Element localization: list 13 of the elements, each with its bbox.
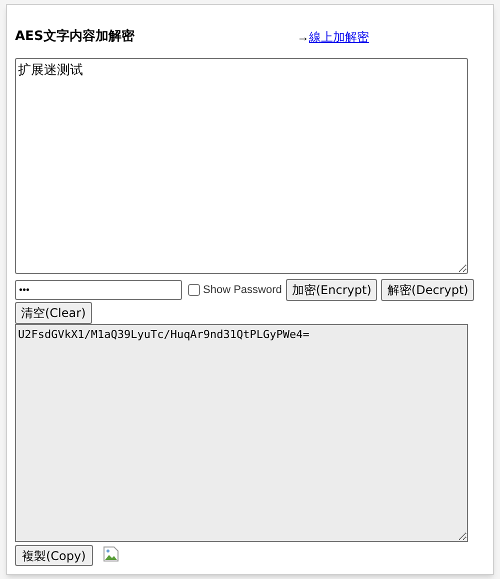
password-field[interactable]: ••• xyxy=(15,280,182,300)
encrypt-button[interactable]: 加密(Encrypt) xyxy=(286,279,378,301)
copy-button[interactable]: 複製(Copy) xyxy=(15,545,93,566)
show-password-checkbox[interactable] xyxy=(188,284,200,296)
broken-image-icon xyxy=(102,546,119,562)
decrypt-button[interactable]: 解密(Decrypt) xyxy=(381,279,474,301)
output-field[interactable]: U2FsdGVkX1/M1aQ39LyuTc/HuqAr9nd31QtPLGyPWe4= xyxy=(15,324,468,542)
show-password-label: Show Password xyxy=(203,282,282,298)
input-field[interactable]: 扩展迷测试 xyxy=(15,58,468,274)
online-link[interactable]: 線上加解密 xyxy=(309,28,369,46)
popup-title: AES文字内容加解密 xyxy=(15,28,136,46)
arrow-icon: → xyxy=(297,28,309,46)
clear-button[interactable]: 清空(Clear) xyxy=(15,302,92,324)
